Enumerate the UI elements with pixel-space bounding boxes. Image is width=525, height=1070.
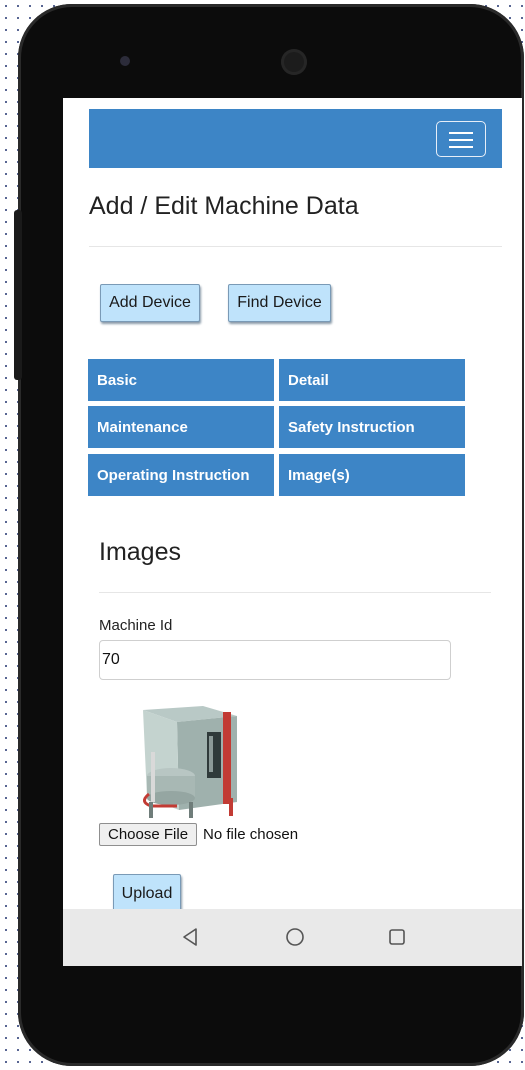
upload-button[interactable]: Upload (113, 874, 181, 914)
file-status-text: No file chosen (203, 825, 299, 843)
tab-images[interactable]: Image(s) (279, 454, 465, 496)
hamburger-menu-icon[interactable] (436, 121, 486, 157)
app-screen: Add / Edit Machine Data Add Device Find … (63, 98, 522, 966)
phone-side-button (14, 210, 22, 380)
tab-detail[interactable]: Detail (279, 359, 465, 401)
phone-frame: Add / Edit Machine Data Add Device Find … (18, 4, 524, 1066)
machine-id-label: Machine Id (99, 617, 173, 634)
tab-operating-instruction[interactable]: Operating Instruction (88, 454, 274, 496)
recents-square-icon[interactable] (388, 928, 406, 946)
machine-id-input[interactable] (99, 640, 451, 680)
add-device-button[interactable]: Add Device (100, 284, 200, 322)
home-circle-icon[interactable] (285, 927, 305, 947)
top-navbar (89, 109, 502, 168)
proximity-sensor-icon (120, 56, 130, 66)
back-triangle-icon[interactable] (181, 927, 199, 947)
tab-basic[interactable]: Basic (88, 359, 274, 401)
section-title: Images (99, 538, 181, 566)
title-divider (89, 246, 502, 247)
tab-safety-instruction[interactable]: Safety Instruction (279, 406, 465, 448)
page-title: Add / Edit Machine Data (89, 192, 359, 220)
front-camera-icon (281, 49, 307, 75)
tab-maintenance[interactable]: Maintenance (88, 406, 274, 448)
choose-file-button[interactable]: Choose File (99, 822, 198, 846)
machine-photo (137, 702, 247, 820)
android-nav-bar (63, 909, 522, 966)
section-divider (99, 592, 491, 593)
find-device-button[interactable]: Find Device (228, 284, 331, 322)
file-picker: Choose File No file chosen (99, 822, 298, 846)
